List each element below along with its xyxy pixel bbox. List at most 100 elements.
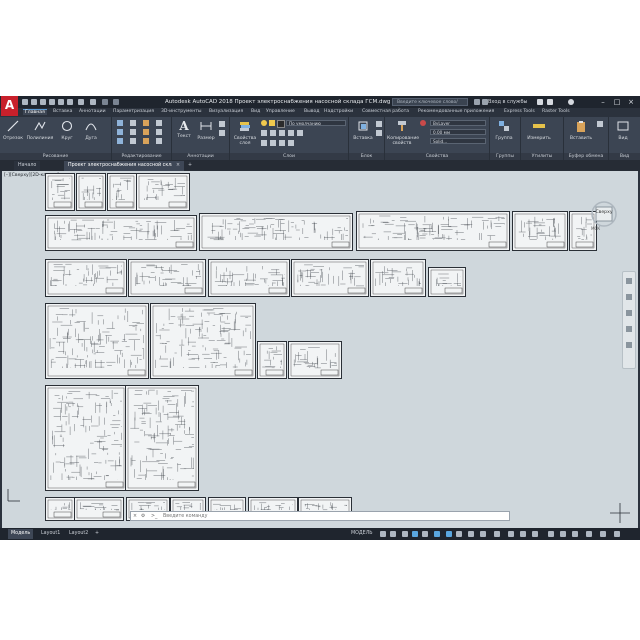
tab-layout1[interactable]: Layout1 [38,529,63,539]
drawing-sheet[interactable] [150,303,256,379]
arc-button[interactable]: Дуга [80,120,102,141]
sign-in-button[interactable]: Вход в службы [488,99,527,105]
autocad-logo[interactable]: A [1,96,18,116]
panel-annotation-label[interactable]: Аннотации [172,153,229,160]
minimize-button[interactable]: – [598,97,608,107]
mirror-icon[interactable] [130,129,136,135]
arrow-icon[interactable] [102,99,108,105]
drawing-sheet[interactable] [428,267,466,297]
polar-icon[interactable] [412,531,418,537]
copy-clip-icon[interactable] [597,121,603,127]
paste-button[interactable]: Вставить [567,120,595,141]
drawing-sheet[interactable] [45,303,149,379]
layer-merge-icon[interactable] [288,140,294,146]
tab-featured-apps[interactable]: Рекомендованные приложения [418,109,494,114]
insert-block-button[interactable]: Вставка [351,120,375,141]
layer-color-icon[interactable] [277,120,285,128]
tab-collaborate[interactable]: Совместная работа [362,109,409,114]
file-tab-drawing[interactable]: Проект электроснабжения насосной склада … [64,161,180,171]
measure-button[interactable]: Измерить [524,120,554,141]
open-icon[interactable] [31,99,37,105]
print-icon[interactable] [58,99,64,105]
panel-modify-label[interactable]: Редактирование [112,153,171,160]
color-wheel-icon[interactable] [420,120,426,126]
drawing-sheet[interactable] [45,173,75,211]
hardware-acceleration-icon[interactable] [586,531,592,537]
drawing-sheet[interactable] [128,259,206,297]
object-snap-icon[interactable] [446,531,452,537]
drawing-sheet[interactable] [136,173,190,211]
customization-menu-icon[interactable] [614,531,620,537]
isolate-objects-icon[interactable] [572,531,578,537]
plot-icon[interactable] [67,99,73,105]
undo-icon[interactable] [78,99,84,105]
layer-lock-icon[interactable] [261,140,267,146]
explode-icon[interactable] [156,129,162,135]
drawing-sheet[interactable] [45,259,127,297]
leader-icon[interactable] [219,121,225,127]
drawing-sheet[interactable] [356,211,510,251]
fillet-icon[interactable] [143,129,149,135]
layer-freeze-icon[interactable] [269,120,275,126]
drawing-sheet[interactable] [512,211,568,251]
maximize-button[interactable]: □ [612,97,622,107]
drawing-canvas[interactable]: [–][Сверху][2D-каркас] Сверху МСК × ⚙ >_ [2,171,638,528]
command-input[interactable]: Введите команду [163,512,207,522]
group-button[interactable]: Группа [492,120,516,141]
layer-on-icon[interactable] [261,120,267,126]
autodesk-app-icon[interactable] [547,99,553,105]
quick-properties-icon[interactable] [548,531,554,537]
wrench-icon[interactable]: ⚙ [141,512,145,522]
space-toggle[interactable]: МОДЕЛЬ [348,529,376,539]
panel-view-label[interactable]: Вид [609,153,640,160]
lineweight-icon[interactable] [456,531,462,537]
panel-groups-label[interactable]: Группы [490,153,520,160]
erase-icon[interactable] [156,120,162,126]
scale-icon[interactable] [130,138,136,144]
drawing-sheet[interactable] [45,497,75,521]
annotation-visibility-icon[interactable] [508,531,514,537]
help-icon[interactable] [568,99,574,105]
drawing-sheet[interactable] [257,341,287,379]
edit-block-icon[interactable] [376,130,382,136]
layer-walk-icon[interactable] [279,140,285,146]
tab-express-tools[interactable]: Express Tools [504,109,535,114]
drawing-sheet[interactable] [76,173,106,211]
base-view-button[interactable]: Вид [612,120,634,141]
tab-model[interactable]: Модель [8,529,34,539]
dimension-button[interactable]: Размер [195,120,217,141]
object-snap-tracking-icon[interactable] [434,531,440,537]
polyline-button[interactable]: Полилиния [26,120,54,141]
trim-icon[interactable] [143,120,149,126]
units-icon[interactable] [532,531,538,537]
layer-previous-icon[interactable] [297,130,303,136]
cart-icon[interactable] [537,99,543,105]
panel-draw-label[interactable]: Рисование [0,153,111,160]
redo-icon[interactable] [90,99,96,105]
tab-manage[interactable]: Управление [266,109,295,114]
panel-utilities-label[interactable]: Утилиты [521,153,563,160]
tab-raster-tools[interactable]: Raster Tools [542,109,570,114]
offset-icon[interactable] [156,138,162,144]
rotate-icon[interactable] [130,120,136,126]
drawing-sheet[interactable] [288,341,342,379]
create-block-icon[interactable] [376,121,382,127]
layer-combo[interactable]: По умолчанию [286,120,346,126]
drawing-sheet[interactable] [125,385,199,491]
drawing-sheet[interactable] [74,497,124,521]
lock-ui-icon[interactable] [560,531,566,537]
tab-visualize[interactable]: Визуализация [209,109,243,114]
layer-unlock-icon[interactable] [270,140,276,146]
copy-icon[interactable] [117,129,123,135]
panel-block-label[interactable]: Блок [349,153,384,160]
text-button[interactable]: A Текст [174,120,194,139]
tab-insert[interactable]: Вставка [53,109,72,114]
drawing-sheet[interactable] [370,259,426,297]
close-button[interactable]: × [626,97,636,107]
selection-cycling-icon[interactable] [480,531,486,537]
panel-properties-label[interactable]: Свойства [385,153,489,160]
save-as-icon[interactable] [49,99,55,105]
search-icon[interactable] [474,99,480,105]
tab-annotate[interactable]: Аннотации [79,109,106,114]
drawing-sheet[interactable] [45,385,127,491]
